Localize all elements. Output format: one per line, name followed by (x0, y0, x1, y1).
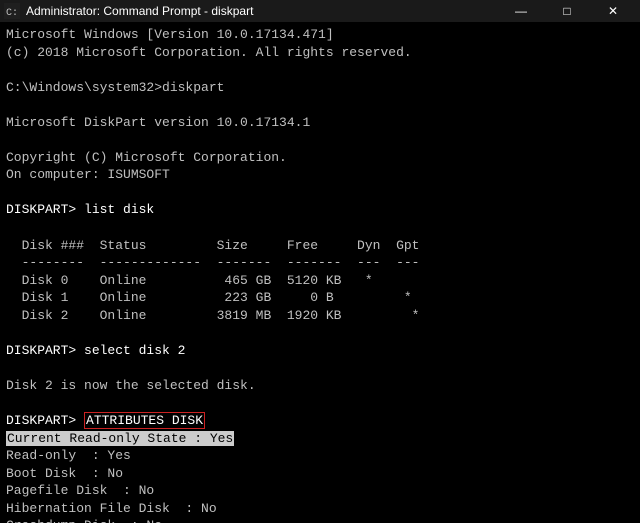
table-header-line: Disk ### Status Size Free Dyn Gpt (6, 237, 634, 255)
readonly-line: Read-only : Yes (6, 447, 634, 465)
win-version-line: Microsoft Windows [Version 10.0.17134.47… (6, 26, 634, 44)
copyright-line: Copyright (C) Microsoft Corporation. (6, 149, 634, 167)
blank-3 (6, 131, 634, 149)
title-bar-left: C: Administrator: Command Prompt - diskp… (4, 3, 253, 19)
main-window: C: Administrator: Command Prompt - diskp… (0, 0, 640, 523)
title-bar: C: Administrator: Command Prompt - diskp… (0, 0, 640, 22)
crashdump-line: Crashdump Disk : No (6, 517, 634, 523)
svg-text:C:: C: (6, 8, 18, 18)
blank-1 (6, 61, 634, 79)
terminal-body[interactable]: Microsoft Windows [Version 10.0.17134.47… (0, 22, 640, 523)
boot-disk-line: Boot Disk : No (6, 465, 634, 483)
minimize-button[interactable]: — (498, 0, 544, 22)
blank-8 (6, 394, 634, 412)
readonly-state-line: Current Read-only State : Yes (6, 430, 634, 448)
window-controls: — □ ✕ (498, 0, 636, 22)
diskpart-version-line: Microsoft DiskPart version 10.0.17134.1 (6, 114, 634, 132)
prompt-diskpart-line: C:\Windows\system32>diskpart (6, 79, 634, 97)
computer-line: On computer: ISUMSOFT (6, 166, 634, 184)
disk1-line: Disk 1 Online 223 GB 0 B * (6, 289, 634, 307)
select-disk-cmd: DISKPART> select disk 2 (6, 342, 634, 360)
table-divider-line: -------- ------------- ------- ------- -… (6, 254, 634, 272)
blank-7 (6, 359, 634, 377)
blank-6 (6, 324, 634, 342)
maximize-button[interactable]: □ (544, 0, 590, 22)
hibernation-line: Hibernation File Disk : No (6, 500, 634, 518)
readonly-state-highlight: Current Read-only State : Yes (6, 431, 234, 446)
cmd-icon: C: (4, 3, 20, 19)
disk-selected-line: Disk 2 is now the selected disk. (6, 377, 634, 395)
blank-5 (6, 219, 634, 237)
blank-4 (6, 184, 634, 202)
blank-2 (6, 96, 634, 114)
pagefile-line: Pagefile Disk : No (6, 482, 634, 500)
attributes-cmd-box: ATTRIBUTES DISK (84, 412, 205, 429)
attributes-cmd-line: DISKPART> ATTRIBUTES DISK (6, 412, 634, 430)
copyright-notice-line: (c) 2018 Microsoft Corporation. All righ… (6, 44, 634, 62)
window-title: Administrator: Command Prompt - diskpart (26, 4, 253, 18)
disk2-line: Disk 2 Online 3819 MB 1920 KB * (6, 307, 634, 325)
disk0-line: Disk 0 Online 465 GB 5120 KB * (6, 272, 634, 290)
close-button[interactable]: ✕ (590, 0, 636, 22)
list-disk-cmd: DISKPART> list disk (6, 201, 634, 219)
